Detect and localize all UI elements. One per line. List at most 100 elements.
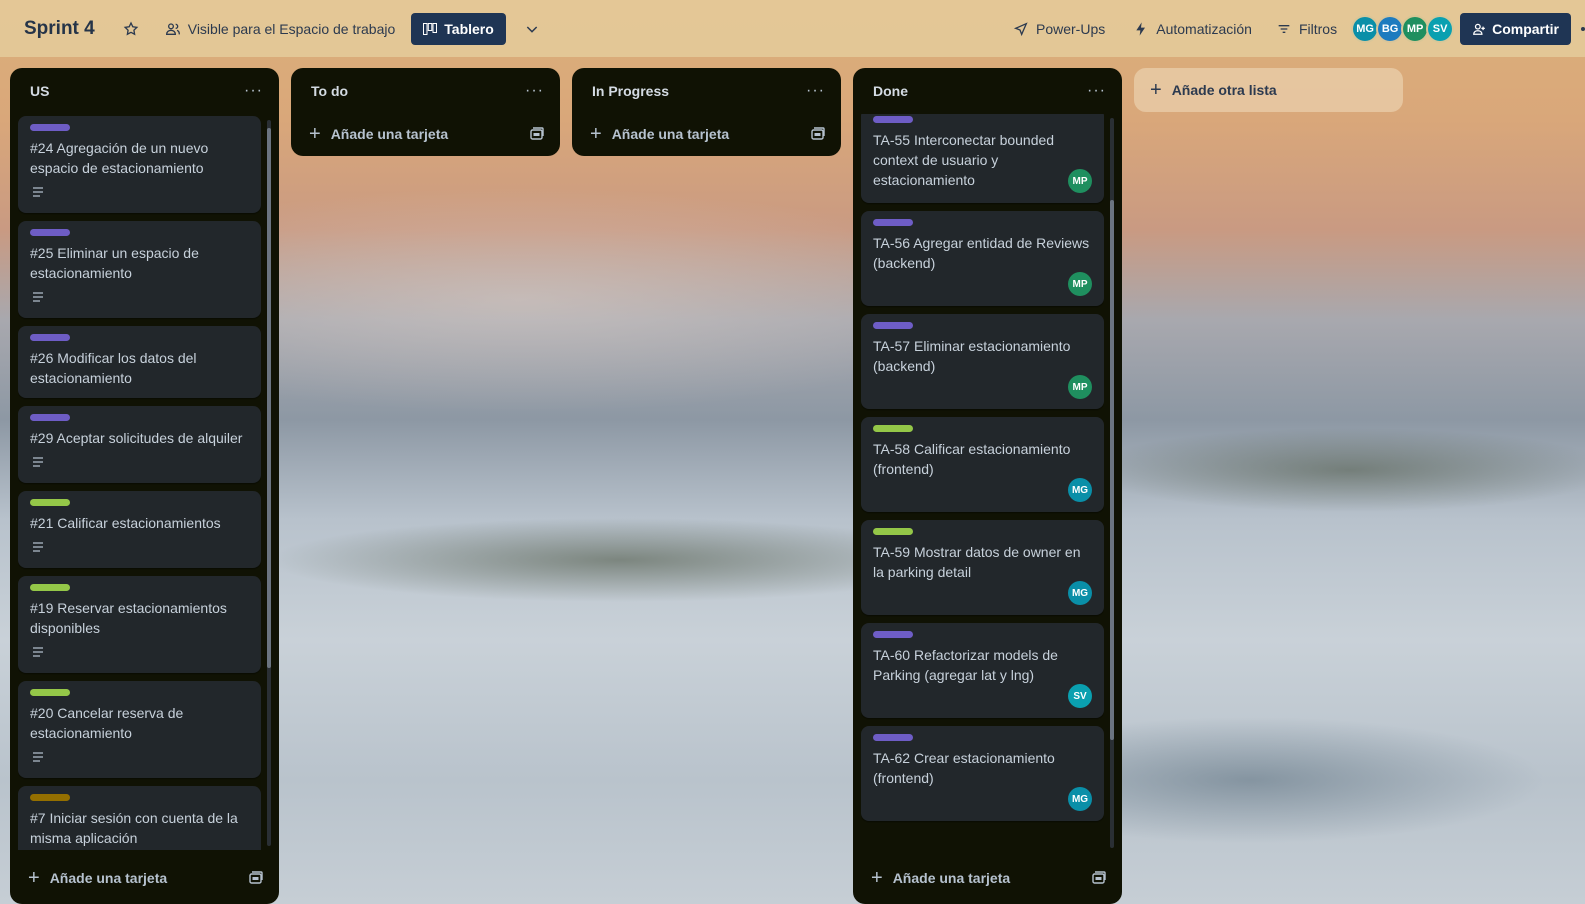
list-cards: #24 Agregación de un nuevo espacio de es… [18, 116, 261, 850]
card[interactable]: #25 Eliminar un espacio de estacionamien… [18, 221, 261, 318]
card-title: #19 Reservar estacionamientos disponible… [30, 600, 227, 636]
plus-icon: + [1150, 79, 1162, 101]
card-title: #20 Cancelar reserva de estacionamiento [30, 705, 184, 741]
list-menu-icon[interactable]: ··· [1083, 78, 1110, 104]
list-header: Done ··· [853, 68, 1122, 114]
list-menu-icon[interactable]: ··· [521, 78, 548, 104]
card[interactable]: TA-57 Eliminar estacionamiento (backend)… [861, 314, 1104, 409]
board-icon [423, 22, 438, 35]
card[interactable]: TA-59 Mostrar datos de owner en la parki… [861, 520, 1104, 615]
card-label[interactable] [30, 229, 70, 236]
description-icon [33, 292, 43, 302]
template-icon[interactable] [1092, 871, 1106, 885]
list-title[interactable]: To do [311, 83, 348, 99]
add-card-row: + Añade una tarjeta [572, 114, 841, 154]
card[interactable]: TA-62 Crear estacionamiento (frontend) M… [861, 726, 1104, 821]
filters-button[interactable]: Filtros [1266, 15, 1347, 43]
member-avatar-sv[interactable]: SV [1426, 14, 1455, 43]
member-avatar-mg[interactable]: MG [1351, 14, 1380, 43]
card-label[interactable] [873, 631, 913, 638]
share-button[interactable]: Compartir [1460, 12, 1571, 45]
board-view-label: Tablero [444, 20, 494, 37]
card[interactable]: #20 Cancelar reserva de estacionamiento [18, 681, 261, 778]
add-card-label: Añade una tarjeta [892, 870, 1011, 886]
visibility-label: Visible para el Espacio de trabajo [187, 20, 396, 37]
card-member-avatar[interactable]: MG [1068, 478, 1092, 502]
plus-icon: + [28, 867, 40, 889]
card-label[interactable] [30, 124, 70, 131]
list-menu-icon[interactable]: ··· [802, 78, 829, 104]
card-member-avatar[interactable]: MG [1068, 581, 1092, 605]
powerups-button[interactable]: Power-Ups [1003, 15, 1115, 43]
scrollbar-thumb[interactable] [1110, 200, 1114, 740]
plus-icon: + [309, 123, 321, 145]
people-icon [165, 22, 180, 35]
add-card-row: + Añade una tarjeta [291, 114, 560, 154]
member-avatar-mp[interactable]: MP [1401, 14, 1430, 43]
card-member-avatar[interactable]: SV [1068, 684, 1092, 708]
card[interactable]: TA-60 Refactorizar models de Parking (ag… [861, 623, 1104, 718]
add-card-button[interactable]: + Añade una tarjeta [871, 868, 1010, 888]
add-card-button[interactable]: + Añade una tarjeta [28, 868, 167, 888]
add-card-button[interactable]: + Añade una tarjeta [309, 124, 448, 144]
star-button[interactable] [113, 15, 149, 43]
card-label[interactable] [873, 734, 913, 741]
add-person-icon [1473, 23, 1485, 35]
plus-icon: + [871, 867, 883, 889]
card-label[interactable] [873, 528, 913, 535]
add-card-button[interactable]: + Añade una tarjeta [590, 124, 729, 144]
card-label[interactable] [873, 322, 913, 329]
list-menu-icon[interactable]: ··· [240, 78, 267, 104]
card[interactable]: TA-56 Agregar entidad de Reviews (backen… [861, 211, 1104, 306]
automation-button[interactable]: Automatización [1123, 15, 1262, 43]
description-icon [33, 752, 43, 762]
card-label[interactable] [873, 219, 913, 226]
card-title: #25 Eliminar un espacio de estacionamien… [30, 245, 199, 281]
add-card-row: + Añade una tarjeta [10, 858, 279, 898]
card-title: #26 Modificar los datos del estacionamie… [30, 350, 197, 386]
list-title[interactable]: In Progress [592, 83, 669, 99]
card[interactable]: #19 Reservar estacionamientos disponible… [18, 576, 261, 673]
card[interactable]: TA-55 Interconectar bounded context de u… [861, 114, 1104, 203]
add-card-row: + Añade una tarjeta [853, 858, 1122, 898]
card[interactable]: #24 Agregación de un nuevo espacio de es… [18, 116, 261, 213]
card[interactable]: #26 Modificar los datos del estacionamie… [18, 326, 261, 398]
card[interactable]: #21 Calificar estacionamientos [18, 491, 261, 568]
template-icon[interactable] [530, 127, 544, 141]
card[interactable]: #29 Aceptar solicitudes de alquiler [18, 406, 261, 483]
add-list-button[interactable]: + Añade otra lista [1134, 68, 1403, 112]
list-title[interactable]: Done [873, 83, 908, 99]
visibility-button[interactable]: Visible para el Espacio de trabajo [155, 15, 406, 43]
lightning-icon [1136, 21, 1146, 36]
card-label[interactable] [30, 584, 70, 591]
board-members: MG BG MP SV [1351, 14, 1455, 43]
card-label[interactable] [30, 334, 70, 341]
board-title[interactable]: Sprint 4 [24, 18, 95, 40]
card-label[interactable] [30, 414, 70, 421]
card-label[interactable] [30, 689, 70, 696]
automation-label: Automatización [1156, 20, 1252, 37]
template-icon[interactable] [249, 871, 263, 885]
board-header: Sprint 4 Visible para el Espacio de trab… [0, 0, 1585, 57]
card-title: TA-55 Interconectar bounded context de u… [873, 132, 1055, 188]
card-label[interactable] [30, 499, 70, 506]
card-label[interactable] [873, 116, 913, 123]
view-switcher-button[interactable] [514, 15, 550, 43]
scrollbar-thumb[interactable] [267, 128, 271, 668]
filters-label: Filtros [1298, 20, 1338, 37]
card-member-avatar[interactable]: MP [1068, 272, 1092, 296]
board-view-button[interactable]: Tablero [411, 12, 506, 45]
card[interactable]: #7 Iniciar sesión con cuenta de la misma… [18, 786, 261, 850]
list-title[interactable]: US [30, 83, 49, 99]
card-label[interactable] [873, 425, 913, 432]
card-title: TA-58 Calificar estacionamiento (fronten… [873, 441, 1071, 477]
card-member-avatar[interactable]: MP [1068, 169, 1092, 193]
card-member-avatar[interactable]: MG [1068, 787, 1092, 811]
member-avatar-bg[interactable]: BG [1376, 14, 1405, 43]
card-member-avatar[interactable]: MP [1068, 375, 1092, 399]
card-title: #29 Aceptar solicitudes de alquiler [30, 430, 243, 446]
card[interactable]: TA-58 Calificar estacionamiento (fronten… [861, 417, 1104, 512]
template-icon[interactable] [811, 127, 825, 141]
card-label[interactable] [30, 794, 70, 801]
header-more-icon[interactable] [1581, 26, 1585, 31]
